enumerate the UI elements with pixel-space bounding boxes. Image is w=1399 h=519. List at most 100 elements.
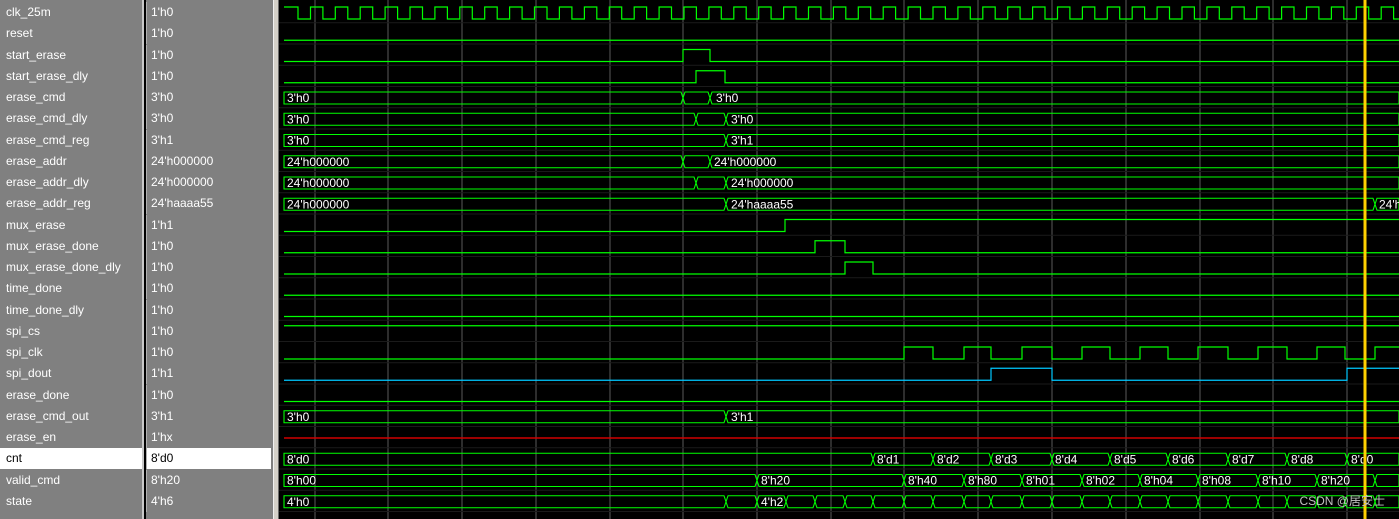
- bus-segment: [1109, 495, 1141, 509]
- bus-value-label: 24'h000000: [287, 155, 350, 169]
- signal-value-cnt[interactable]: 8'd0: [146, 448, 271, 470]
- signal-name-clk-25m[interactable]: clk_25m: [0, 2, 142, 23]
- signal-name-erase-done[interactable]: erase_done: [0, 385, 142, 406]
- signal-name-erase-addr-reg[interactable]: erase_addr_reg: [0, 193, 142, 214]
- bus-value-label: 3'h1: [731, 410, 754, 424]
- signal-name-mux-erase-done-dly[interactable]: mux_erase_done_dly: [0, 257, 142, 278]
- wave-start-erase: [284, 48, 1399, 63]
- signal-name-state[interactable]: state: [0, 491, 142, 512]
- signal-value-erase-addr-reg[interactable]: 24'haaaa55: [146, 193, 271, 215]
- signal-value-erase-addr[interactable]: 24'h000000: [146, 150, 271, 172]
- bus-segment: [283, 91, 684, 105]
- signal-value-state[interactable]: 4'h6: [146, 490, 271, 512]
- bus-value-label: 4'h0: [287, 495, 310, 509]
- signal-name-reset[interactable]: reset: [0, 23, 142, 44]
- wave-clk-25m: [284, 6, 1399, 20]
- bus-segment: [725, 176, 1399, 190]
- bus-valid-cmd: [283, 473, 1399, 488]
- bus-value-label: 8'h20: [1321, 474, 1350, 488]
- signal-name-cnt[interactable]: cnt: [0, 448, 142, 470]
- signal-value-start-erase-dly[interactable]: 1'h0: [146, 65, 271, 87]
- wave-mux-erase-done: [284, 240, 1399, 254]
- bus-value-label: 8'h80: [968, 474, 997, 488]
- signal-names-pane: clk_25m reset start_erase start_erase_dly er…: [0, 0, 144, 519]
- wave-start-erase-dly: [284, 70, 1399, 84]
- bus-value-label: 24'h000000: [714, 155, 777, 169]
- signal-name-spi-clk[interactable]: spi_clk: [0, 342, 142, 363]
- signal-value-time-done[interactable]: 1'h0: [146, 278, 271, 300]
- signal-value-clk-25m[interactable]: 1'h0: [146, 2, 271, 23]
- signal-name-start-erase[interactable]: start_erase: [0, 45, 142, 66]
- bus-value-label: 3'h0: [287, 91, 310, 105]
- bus-erase-addr-reg: [283, 197, 1399, 211]
- bus-segment: [283, 197, 727, 211]
- bus-value-label: 8'd2: [937, 452, 960, 466]
- bus-value-label: 8'd5: [1114, 452, 1137, 466]
- signal-name-start-erase-dly[interactable]: start_erase_dly: [0, 66, 142, 87]
- bus-value-label: 8'h40: [908, 474, 937, 488]
- wave-mux-erase: [284, 218, 1399, 233]
- bus-value-label: 24'h000000: [287, 176, 350, 190]
- signal-value-reset[interactable]: 1'h0: [146, 23, 271, 45]
- signal-name-time-done[interactable]: time_done: [0, 278, 142, 299]
- signal-value-erase-done[interactable]: 1'h0: [146, 384, 271, 406]
- signal-value-mux-erase-done[interactable]: 1'h0: [146, 235, 271, 257]
- signal-name-erase-addr[interactable]: erase_addr: [0, 151, 142, 172]
- signal-name-mux-erase[interactable]: mux_erase: [0, 215, 142, 236]
- bus-segment: [932, 495, 965, 509]
- bus-segment: [814, 495, 846, 509]
- signal-value-erase-cmd-dly[interactable]: 3'h0: [146, 108, 271, 130]
- signal-value-spi-dout[interactable]: 1'h1: [146, 363, 271, 385]
- bus-value-label: 8'd1: [877, 452, 900, 466]
- signal-name-erase-addr-dly[interactable]: erase_addr_dly: [0, 172, 142, 193]
- signal-name-mux-erase-done[interactable]: mux_erase_done: [0, 236, 142, 257]
- wave-spi-clk: [284, 346, 1399, 360]
- signal-name-erase-cmd-out[interactable]: erase_cmd_out: [0, 406, 142, 427]
- signal-value-start-erase[interactable]: 1'h0: [146, 44, 271, 66]
- bus-segment: [695, 176, 727, 190]
- bus-segment: [1227, 495, 1259, 509]
- signal-name-time-done-dly[interactable]: time_done_dly: [0, 300, 142, 321]
- bus-erase-cmd: [283, 91, 1399, 105]
- signal-name-erase-cmd-reg[interactable]: erase_cmd_reg: [0, 130, 142, 151]
- bus-segment: [725, 410, 1399, 424]
- bus-segment: [283, 133, 727, 148]
- signal-value-erase-en[interactable]: 1'hx: [146, 427, 271, 448]
- wave-spi-dout: [284, 367, 1399, 381]
- signal-value-mux-erase[interactable]: 1'h1: [146, 214, 271, 236]
- bus-value-label: 24'h: [1379, 197, 1399, 211]
- signal-value-erase-cmd[interactable]: 3'h0: [146, 87, 271, 108]
- bus-segment: [682, 155, 711, 169]
- signal-name-spi-cs[interactable]: spi_cs: [0, 321, 142, 342]
- signal-value-valid-cmd[interactable]: 8'h20: [146, 469, 271, 491]
- bus-segment: [283, 410, 727, 424]
- bus-segment: [1374, 473, 1399, 488]
- bus-value-label: 8'h10: [1262, 474, 1291, 488]
- signal-value-time-done-dly[interactable]: 1'h0: [146, 299, 271, 321]
- signal-name-erase-cmd-dly[interactable]: erase_cmd_dly: [0, 108, 142, 129]
- bus-state: [283, 495, 1399, 509]
- signal-value-mux-erase-done-dly[interactable]: 1'h0: [146, 257, 271, 278]
- bus-segment: [1081, 495, 1111, 509]
- bus-segment: [709, 91, 1399, 105]
- bus-value-label: 24'haaaa55: [731, 197, 794, 211]
- signal-value-spi-clk[interactable]: 1'h0: [146, 342, 271, 363]
- signal-name-erase-en[interactable]: erase_en: [0, 427, 142, 448]
- signal-value-erase-cmd-out[interactable]: 3'h1: [146, 405, 271, 427]
- signal-name-valid-cmd[interactable]: valid_cmd: [0, 470, 142, 491]
- signal-value-erase-addr-dly[interactable]: 24'h000000: [146, 172, 271, 193]
- bus-value-label: 3'h0: [287, 112, 310, 126]
- signal-value-erase-cmd-reg[interactable]: 3'h1: [146, 129, 271, 151]
- bus-value-label: 8'h02: [1086, 474, 1115, 488]
- signal-name-spi-dout[interactable]: spi_dout: [0, 363, 142, 384]
- bus-segment: [725, 495, 758, 509]
- bus-segment: [872, 495, 905, 509]
- waveform-area[interactable]: 3'h0 3'h0 3'h0 3'h0 3'h0 3'h1 24'h000000 24'h00…: [279, 0, 1399, 519]
- bus-value-label: 24'h000000: [731, 176, 794, 190]
- bus-erase-cmd-out: [283, 410, 1399, 424]
- bus-segment: [682, 91, 711, 105]
- signal-name-erase-cmd[interactable]: erase_cmd: [0, 87, 142, 108]
- bus-value-label: 8'd6: [1172, 452, 1195, 466]
- bus-value-label: 8'h20: [761, 474, 790, 488]
- signal-value-spi-cs[interactable]: 1'h0: [146, 320, 271, 342]
